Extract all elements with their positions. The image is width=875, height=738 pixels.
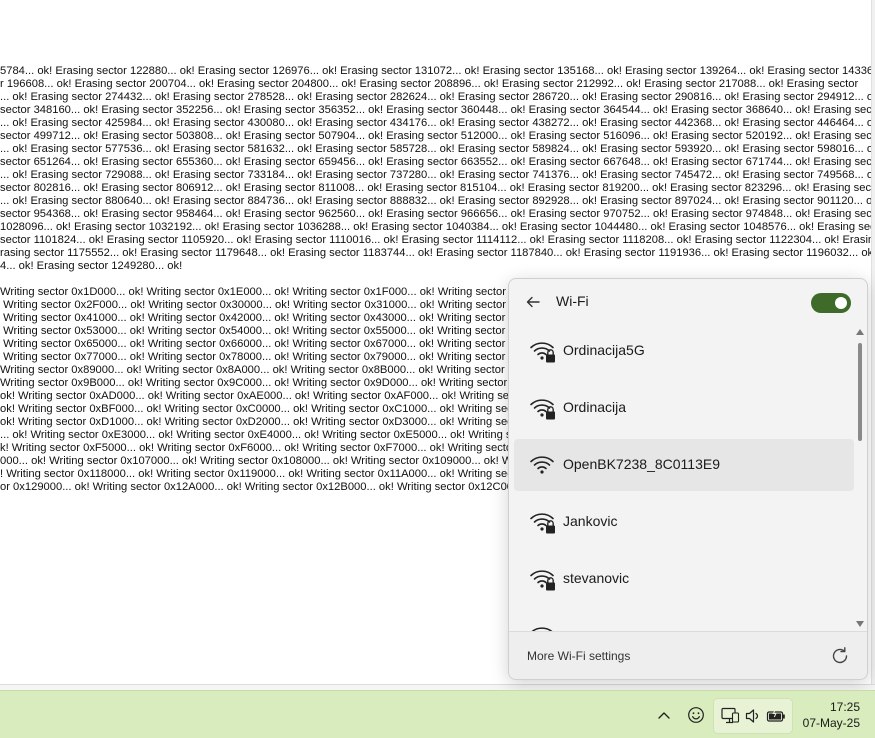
- flyout-title: Wi-Fi: [556, 293, 589, 309]
- wifi-lock-icon: [528, 337, 558, 365]
- desktop: 5784... ok! Erasing sector 122880... ok!…: [0, 0, 875, 738]
- network-list-scrollbar[interactable]: [855, 329, 865, 627]
- network-item-ordinacija5g[interactable]: Ordinacija5G: [514, 325, 854, 377]
- erase-log: 5784... ok! Erasing sector 122880... ok!…: [0, 65, 875, 273]
- flyout-header: Wi-Fi: [509, 279, 867, 325]
- log-line: ... ok! Erasing sector 729088... ok! Era…: [0, 169, 875, 181]
- refresh-icon: [832, 647, 848, 664]
- wifi-toggle[interactable]: [811, 293, 851, 313]
- network-name: Jankovic: [563, 513, 618, 529]
- scroll-down-arrow-icon[interactable]: [856, 621, 864, 627]
- network-item-partial[interactable]: [514, 610, 854, 631]
- window-edge: [871, 0, 875, 690]
- wifi-lock-icon: [528, 622, 558, 631]
- show-hidden-icons-button[interactable]: [654, 701, 674, 729]
- log-line: sector 499712... ok! Erasing sector 5038…: [0, 130, 875, 142]
- log-line: sector 348160... ok! Erasing sector 3522…: [0, 104, 875, 116]
- flyout-footer: More Wi-Fi settings: [509, 631, 867, 679]
- emoji-button[interactable]: [684, 701, 708, 729]
- log-line: ... ok! Erasing sector 577536... ok! Era…: [0, 143, 875, 155]
- toggle-knob: [835, 297, 847, 309]
- scroll-up-arrow-icon[interactable]: [856, 329, 864, 335]
- network-name: Ordinacija: [563, 399, 627, 415]
- network-list[interactable]: Ordinacija5G Ordinacija OpenBK7238_8C011…: [509, 325, 867, 631]
- taskbar: 17:25 07-May-25: [0, 690, 875, 738]
- log-line: sector 1101824... ok! Erasing sector 110…: [0, 234, 875, 246]
- emoji-icon: [688, 707, 704, 723]
- network-item-ordinacija[interactable]: Ordinacija: [514, 382, 854, 434]
- log-line: 4... ok! Erasing sector 1249280... ok!: [0, 260, 183, 272]
- chevron-up-icon: [658, 712, 670, 719]
- log-line: sector 651264... ok! Erasing sector 6553…: [0, 156, 875, 168]
- log-line: r 196608... ok! Erasing sector 200704...…: [0, 78, 859, 90]
- scroll-thumb[interactable]: [858, 343, 862, 441]
- wifi-lock-icon: [528, 394, 558, 422]
- clock-time: 17:25: [829, 700, 860, 714]
- log-line: sector 802816... ok! Erasing sector 8069…: [0, 182, 875, 194]
- log-line: 5784... ok! Erasing sector 122880... ok!…: [0, 65, 875, 77]
- clock-date: 07-May-25: [802, 716, 860, 730]
- network-item-openbk7238[interactable]: OpenBK7238_8C0113E9: [514, 439, 854, 491]
- wifi-lock-icon: [528, 508, 558, 536]
- refresh-button[interactable]: [829, 645, 851, 667]
- wifi-icon: [528, 451, 558, 479]
- wifi-lock-icon: [528, 565, 558, 593]
- network-item-stevanovic[interactable]: stevanovic: [514, 553, 854, 605]
- log-line: sector 954368... ok! Erasing sector 9584…: [0, 208, 875, 220]
- log-line: ... ok! Erasing sector 425984... ok! Era…: [0, 117, 875, 129]
- volume-icon: [745, 709, 759, 723]
- back-arrow-icon: [526, 296, 540, 308]
- log-line: 1028096... ok! Erasing sector 1032192...…: [0, 221, 875, 233]
- network-name: stevanovic: [563, 570, 630, 586]
- network-name: Ordinacija5G: [563, 342, 645, 358]
- wifi-flyout: Wi-Fi Ordinacija5G Ordinacija OpenBK7238…: [508, 278, 868, 680]
- more-wifi-settings-link[interactable]: More Wi-Fi settings: [527, 649, 630, 663]
- log-line: ... ok! Erasing sector 274432... ok! Era…: [0, 91, 875, 103]
- network-name: OpenBK7238_8C0113E9: [563, 456, 720, 472]
- quick-settings-button[interactable]: [713, 698, 793, 734]
- clock[interactable]: 17:25 07-May-25: [796, 698, 866, 732]
- back-button[interactable]: [521, 290, 545, 314]
- log-line: ... ok! Erasing sector 880640... ok! Era…: [0, 195, 875, 207]
- battery-icon: [766, 709, 785, 722]
- network-item-jankovic[interactable]: Jankovic: [514, 496, 854, 548]
- log-line: rasing sector 1175552... ok! Erasing sec…: [0, 247, 875, 259]
- network-icon: [721, 707, 740, 724]
